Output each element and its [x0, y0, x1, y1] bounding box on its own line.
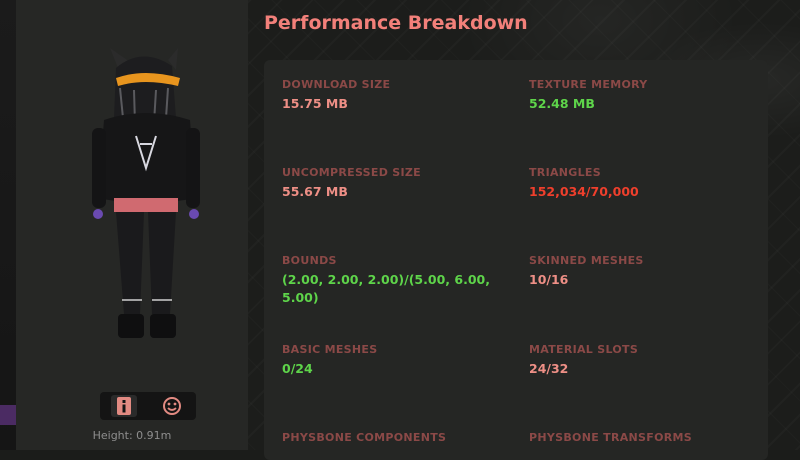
stat-material-slots: MATERIAL SLOTS 24/32: [529, 343, 749, 378]
view-toggle-bar: [100, 392, 196, 420]
stat-value: 55.67 MB: [282, 184, 348, 199]
stat-label: SKINNED MESHES: [529, 254, 644, 267]
stat-label: BASIC MESHES: [282, 343, 378, 356]
stat-value: 10/16: [529, 272, 569, 287]
stat-texture-memory: TEXTURE MEMORY 52.48 MB: [529, 78, 749, 113]
stat-basic-meshes: BASIC MESHES 0/24: [282, 343, 502, 378]
avatar-preview-panel: Height: 0.91m: [16, 0, 248, 450]
stat-label: PHYSBONE COMPONENTS: [282, 431, 447, 444]
stat-value: 24/32: [529, 361, 569, 376]
stat-label: BOUNDS: [282, 254, 337, 267]
stat-physbone-components: PHYSBONE COMPONENTS: [282, 431, 502, 444]
stat-label: DOWNLOAD SIZE: [282, 78, 391, 91]
stat-label: TRIANGLES: [529, 166, 601, 179]
stat-value: 15.75 MB: [282, 96, 348, 111]
stat-bounds: BOUNDS (2.00, 2.00, 2.00)/(5.00, 6.00, 5…: [282, 254, 497, 307]
stat-skinned-meshes: SKINNED MESHES 10/16: [529, 254, 749, 289]
stat-physbone-transforms: PHYSBONE TRANSFORMS: [529, 431, 749, 444]
avatar-skirt: [114, 198, 178, 212]
stats-panel: DOWNLOAD SIZE 15.75 MB TEXTURE MEMORY 52…: [264, 60, 768, 460]
avatar-height-label: Height: 0.91m: [92, 429, 172, 442]
info-icon[interactable]: [111, 395, 137, 417]
stat-label: UNCOMPRESSED SIZE: [282, 166, 421, 179]
stat-triangles: TRIANGLES 152,034/70,000: [529, 166, 749, 201]
smile-face-icon[interactable]: [159, 395, 185, 417]
avatar-jacket: [98, 113, 196, 203]
purple-accent: [0, 405, 16, 425]
stat-value: 152,034/70,000: [529, 184, 639, 199]
stat-label: MATERIAL SLOTS: [529, 343, 639, 356]
stat-label: PHYSBONE TRANSFORMS: [529, 431, 692, 444]
left-edge-strip: [0, 0, 16, 450]
stat-uncompressed-size: UNCOMPRESSED SIZE 55.67 MB: [282, 166, 502, 201]
stat-value: (2.00, 2.00, 2.00)/(5.00, 6.00, 5.00): [282, 272, 490, 305]
stat-download-size: DOWNLOAD SIZE 15.75 MB: [282, 78, 502, 113]
avatar-model: [92, 48, 200, 338]
stat-label: TEXTURE MEMORY: [529, 78, 648, 91]
page-title: Performance Breakdown: [264, 12, 528, 34]
stat-value: 0/24: [282, 361, 313, 376]
stat-value: 52.48 MB: [529, 96, 595, 111]
